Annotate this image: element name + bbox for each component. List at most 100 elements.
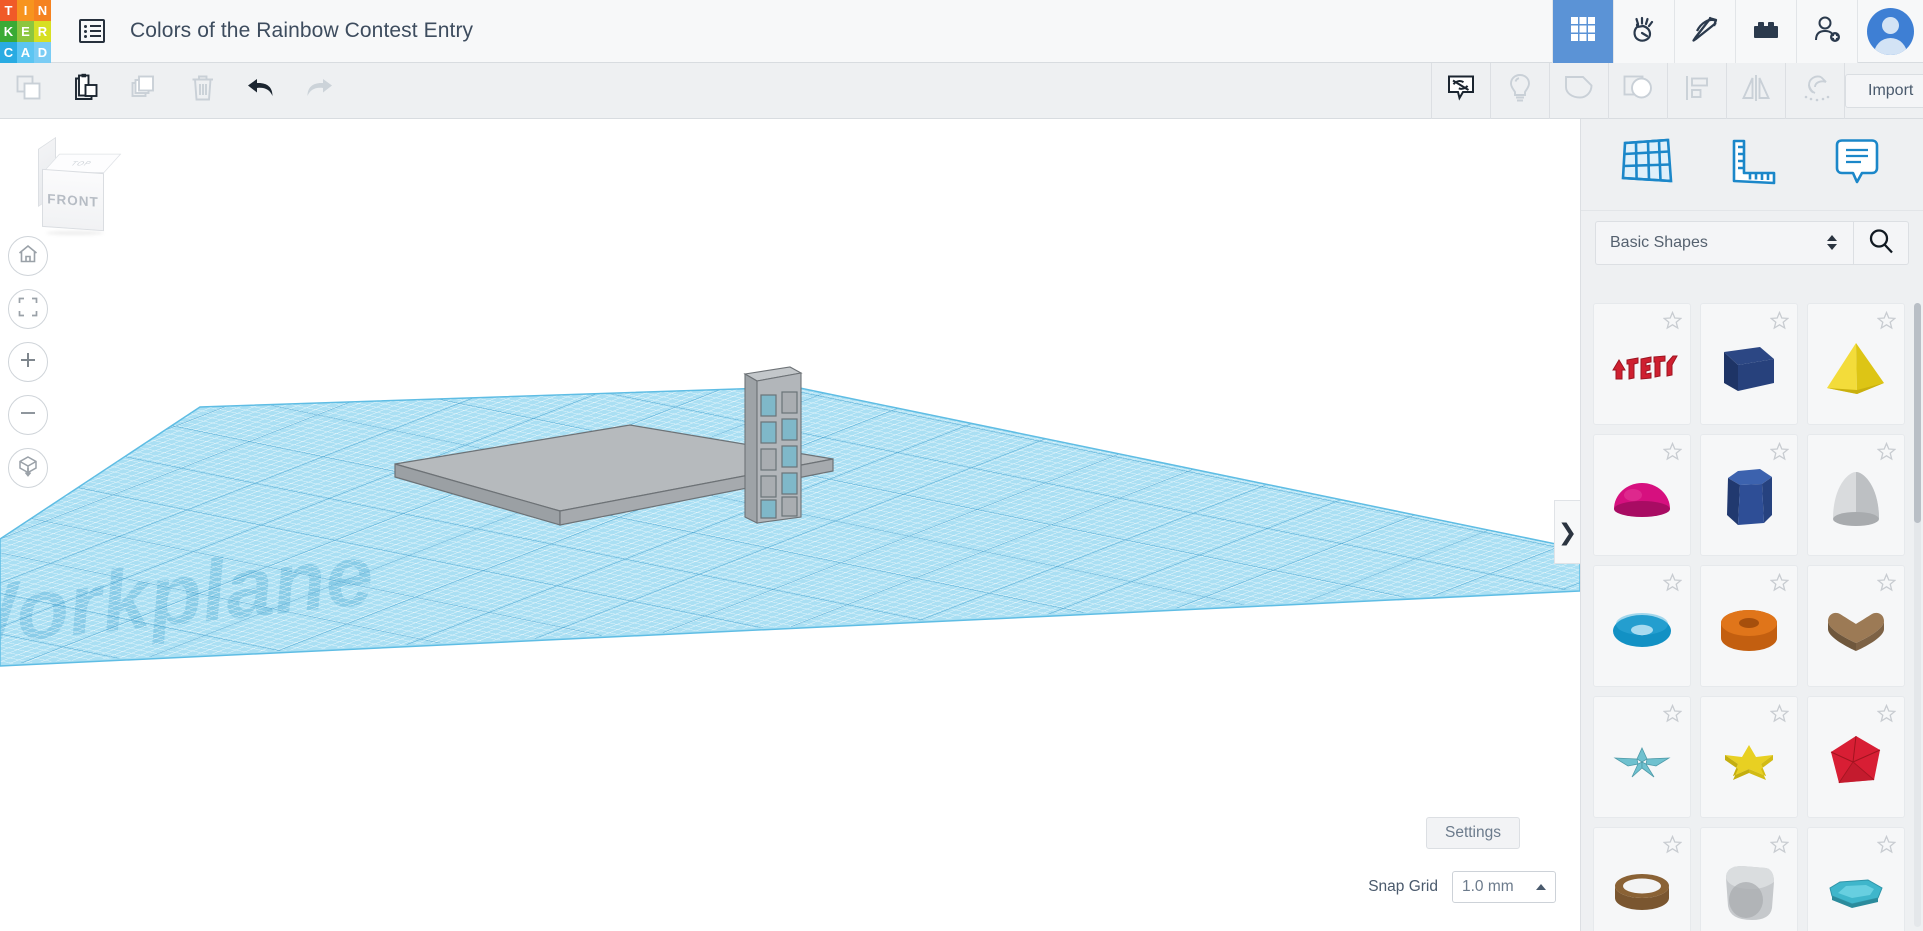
logo-cell-k: K <box>0 20 17 42</box>
shape-thumbnail <box>1594 725 1690 799</box>
redo-button[interactable] <box>290 63 348 119</box>
shape-tube[interactable] <box>1700 565 1798 687</box>
group-button[interactable] <box>1550 63 1608 119</box>
paste-button[interactable] <box>58 63 116 119</box>
favorite-star-icon[interactable] <box>1876 703 1897 723</box>
mirror-flip-icon <box>1740 73 1772 108</box>
shape-thumbnail <box>1808 856 1904 930</box>
magnet-button[interactable] <box>1786 63 1844 119</box>
view-cube-front-face[interactable]: FRONT <box>42 168 104 232</box>
shape-star[interactable] <box>1700 696 1798 818</box>
shape-star-3d[interactable] <box>1593 696 1691 818</box>
import-button[interactable]: Import <box>1845 73 1923 108</box>
edit-toolbar: Import Export Send To <box>0 62 1923 119</box>
add-user-button[interactable] <box>1796 0 1857 63</box>
logo-cell-n: N <box>34 0 51 21</box>
copy-icon <box>14 73 44 108</box>
shape-thumbnail <box>1701 725 1797 799</box>
zoom-out-button[interactable] <box>8 395 48 435</box>
panel-collapse-handle[interactable]: ❯ <box>1554 500 1580 564</box>
settings-button[interactable]: Settings <box>1425 817 1520 849</box>
shape-thumbnail <box>1808 332 1904 406</box>
shape-polygon[interactable] <box>1700 434 1798 556</box>
3d-viewport[interactable]: Workplane <box>0 119 1580 931</box>
favorite-star-icon[interactable] <box>1769 441 1790 461</box>
favorite-star-icon[interactable] <box>1876 834 1897 854</box>
favorite-star-icon[interactable] <box>1769 703 1790 723</box>
undo-button[interactable] <box>232 63 290 119</box>
shapes-panel: Basic Shapes <box>1580 119 1923 931</box>
shape-library-grid[interactable] <box>1581 299 1923 931</box>
light-button[interactable] <box>1491 63 1549 119</box>
list-menu-button[interactable] <box>76 15 108 47</box>
favorite-star-icon[interactable] <box>1662 310 1683 330</box>
tab-ruler[interactable] <box>1715 134 1789 196</box>
snap-grid-select[interactable]: 1.0 mm <box>1452 871 1556 903</box>
tab-notes[interactable] <box>1820 134 1894 196</box>
brick-icon <box>1750 13 1782 50</box>
favorite-star-icon[interactable] <box>1662 703 1683 723</box>
view-cube[interactable]: TOP FRONT <box>38 136 122 235</box>
fit-to-view-button[interactable] <box>8 289 48 329</box>
pickaxe-icon <box>1689 13 1721 50</box>
shape-torus[interactable] <box>1593 565 1691 687</box>
tinker-hand-button[interactable] <box>1613 0 1674 63</box>
favorite-star-icon[interactable] <box>1769 310 1790 330</box>
home-icon <box>17 243 39 270</box>
favorite-star-icon[interactable] <box>1662 441 1683 461</box>
favorite-star-icon[interactable] <box>1769 834 1790 854</box>
shape-gem[interactable] <box>1807 827 1905 931</box>
model-tower[interactable] <box>743 366 803 524</box>
duplicate-button[interactable] <box>116 63 174 119</box>
mirror-button[interactable] <box>1727 63 1785 119</box>
shape-ring[interactable] <box>1593 827 1691 931</box>
pickaxe-button[interactable] <box>1674 0 1735 63</box>
page-title[interactable]: Colors of the Rainbow Contest Entry <box>130 19 473 43</box>
zoom-in-button[interactable] <box>8 342 48 382</box>
shape-thumbnail <box>1701 856 1797 930</box>
note-bubble-icon <box>1831 137 1883 192</box>
clipboard-tools <box>0 63 232 119</box>
logo-cell-d: D <box>34 41 51 63</box>
paste-icon <box>72 73 102 108</box>
shape-row <box>1593 303 1914 425</box>
ungroup-button[interactable] <box>1609 63 1667 119</box>
shape-thumbnail <box>1701 463 1797 537</box>
panel-scrollbar-track[interactable] <box>1914 303 1921 927</box>
redo-arrow-icon <box>302 73 336 108</box>
shape-text[interactable] <box>1593 303 1691 425</box>
favorite-star-icon[interactable] <box>1662 572 1683 592</box>
grid-apps-button[interactable] <box>1552 0 1613 63</box>
favorite-star-icon[interactable] <box>1769 572 1790 592</box>
show-hide-button[interactable] <box>1432 63 1490 119</box>
shape-category-select[interactable]: Basic Shapes <box>1595 221 1853 265</box>
favorite-star-icon[interactable] <box>1876 441 1897 461</box>
plus-icon <box>18 350 38 375</box>
shape-pyramid[interactable] <box>1807 303 1905 425</box>
brick-button[interactable] <box>1735 0 1796 63</box>
logo-cell-i: I <box>17 0 34 21</box>
shape-round-roof[interactable] <box>1700 827 1798 931</box>
favorite-star-icon[interactable] <box>1662 834 1683 854</box>
shape-polyhedron[interactable] <box>1807 696 1905 818</box>
shape-search-button[interactable] <box>1853 221 1909 265</box>
history-tools <box>232 63 348 119</box>
favorite-star-icon[interactable] <box>1876 572 1897 592</box>
shape-box[interactable] <box>1700 303 1798 425</box>
delete-button[interactable] <box>174 63 232 119</box>
workplane-grid-icon <box>1620 137 1674 192</box>
tab-workplane[interactable] <box>1610 134 1684 196</box>
tinkercad-logo[interactable]: T I N K E R C A D <box>0 0 52 63</box>
user-avatar-button[interactable] <box>1857 0 1923 63</box>
shape-heart[interactable] <box>1807 565 1905 687</box>
favorite-star-icon[interactable] <box>1876 310 1897 330</box>
copy-button[interactable] <box>0 63 58 119</box>
align-button[interactable] <box>1668 63 1726 119</box>
home-view-button[interactable] <box>8 236 48 276</box>
shape-half-sphere[interactable] <box>1593 434 1691 556</box>
shape-thumbnail <box>1701 594 1797 668</box>
panel-scrollbar-thumb[interactable] <box>1914 303 1921 523</box>
ortho-perspective-button[interactable] <box>8 448 48 488</box>
workplane-svg: Workplane <box>0 366 1580 667</box>
shape-paraboloid[interactable] <box>1807 434 1905 556</box>
